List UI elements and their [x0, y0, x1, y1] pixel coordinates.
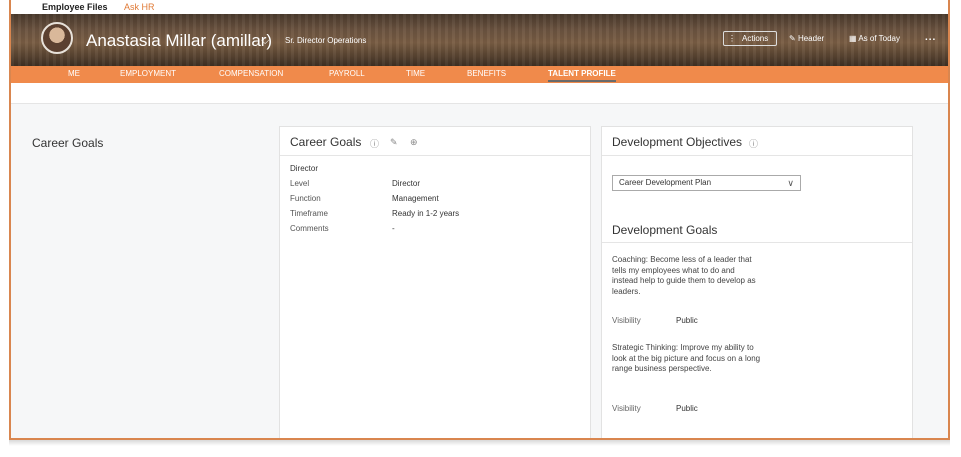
section-label: Career Goals: [32, 136, 104, 150]
visibility-value: Public: [676, 404, 698, 413]
tab-time[interactable]: TIME: [406, 69, 425, 78]
top-nav: Employee Files Ask HR: [11, 0, 948, 14]
tab-payroll[interactable]: PAYROLL: [329, 69, 365, 78]
development-objectives-header: Development Objectives ⓘ: [602, 127, 912, 156]
development-goal-text: Strategic Thinking: Improve my ability t…: [612, 343, 761, 373]
career-goals-header: Career Goals ⓘ ✎ ⊕: [280, 127, 590, 156]
career-goals-card: Career Goals ⓘ ✎ ⊕ Director Level Direct…: [279, 126, 591, 438]
calendar-icon: ▦: [849, 34, 857, 43]
help-icon[interactable]: ⓘ: [370, 137, 379, 150]
function-value: Management: [392, 194, 439, 203]
development-objectives-title: Development Objectives: [612, 135, 743, 149]
pencil-icon[interactable]: ✎: [390, 137, 398, 148]
more-icon[interactable]: ...: [925, 32, 936, 43]
tab-bar: ME EMPLOYMENT COMPENSATION PAYROLL TIME …: [11, 66, 948, 83]
as-of-label: As of Today: [858, 34, 900, 43]
tab-employment[interactable]: EMPLOYMENT: [120, 69, 176, 78]
timeframe-value: Ready in 1-2 years: [392, 209, 460, 218]
employee-name: Anastasia Millar (amillar): [86, 31, 273, 50]
frame-shadow: [9, 440, 950, 446]
profile-header: Anastasia Millar (amillar) ⌵ Sr. Directo…: [11, 14, 948, 66]
development-objectives-card: Development Objectives ⓘ Career Developm…: [601, 126, 913, 438]
plan-select[interactable]: Career Development Plan ∨: [612, 175, 801, 191]
help-icon[interactable]: ⓘ: [749, 137, 758, 150]
avatar[interactable]: [41, 22, 73, 54]
visibility-value: Public: [676, 316, 698, 325]
actions-button[interactable]: ⋮ Actions: [723, 31, 777, 46]
tab-compensation[interactable]: COMPENSATION: [219, 69, 283, 78]
tab-me[interactable]: ME: [68, 69, 80, 78]
tab-talent-profile[interactable]: TALENT PROFILE: [548, 69, 616, 82]
tab-benefits[interactable]: BENEFITS: [467, 69, 506, 78]
goal-name: Director: [290, 164, 319, 173]
comments-value: -: [392, 224, 395, 233]
level-label: Level: [290, 179, 310, 188]
development-goal-text: Coaching: Become less of a leader that t…: [612, 255, 756, 296]
subheader-band: [11, 83, 948, 104]
development-goals-title: Development Goals: [612, 223, 718, 237]
employee-files-link[interactable]: Employee Files: [42, 2, 108, 12]
chevron-down-icon: ∨: [787, 178, 794, 188]
plan-select-value: Career Development Plan: [619, 178, 712, 187]
header-button[interactable]: ✎ Header: [789, 34, 824, 43]
employee-position: Sr. Director Operations: [285, 36, 367, 45]
timeframe-label: Timeframe: [290, 209, 328, 218]
pencil-icon: ✎: [789, 34, 796, 43]
actions-label: Actions: [742, 34, 769, 43]
header-label: Header: [797, 34, 825, 43]
visibility-label: Visibility: [612, 316, 641, 325]
app-frame: Employee Files Ask HR Anastasia Millar (…: [9, 0, 950, 440]
chevron-down-icon[interactable]: ⌵: [261, 35, 269, 48]
comments-label: Comments: [290, 224, 329, 233]
ask-hr-link[interactable]: Ask HR: [124, 2, 155, 12]
function-label: Function: [290, 194, 321, 203]
level-value: Director: [392, 179, 421, 188]
career-goals-title: Career Goals: [290, 135, 362, 149]
add-icon[interactable]: ⊕: [410, 137, 418, 148]
as-of-today-button[interactable]: ▦ As of Today: [849, 34, 900, 43]
divider: [602, 242, 912, 243]
more-vertical-icon: ⋮: [728, 34, 736, 43]
visibility-label: Visibility: [612, 404, 641, 413]
